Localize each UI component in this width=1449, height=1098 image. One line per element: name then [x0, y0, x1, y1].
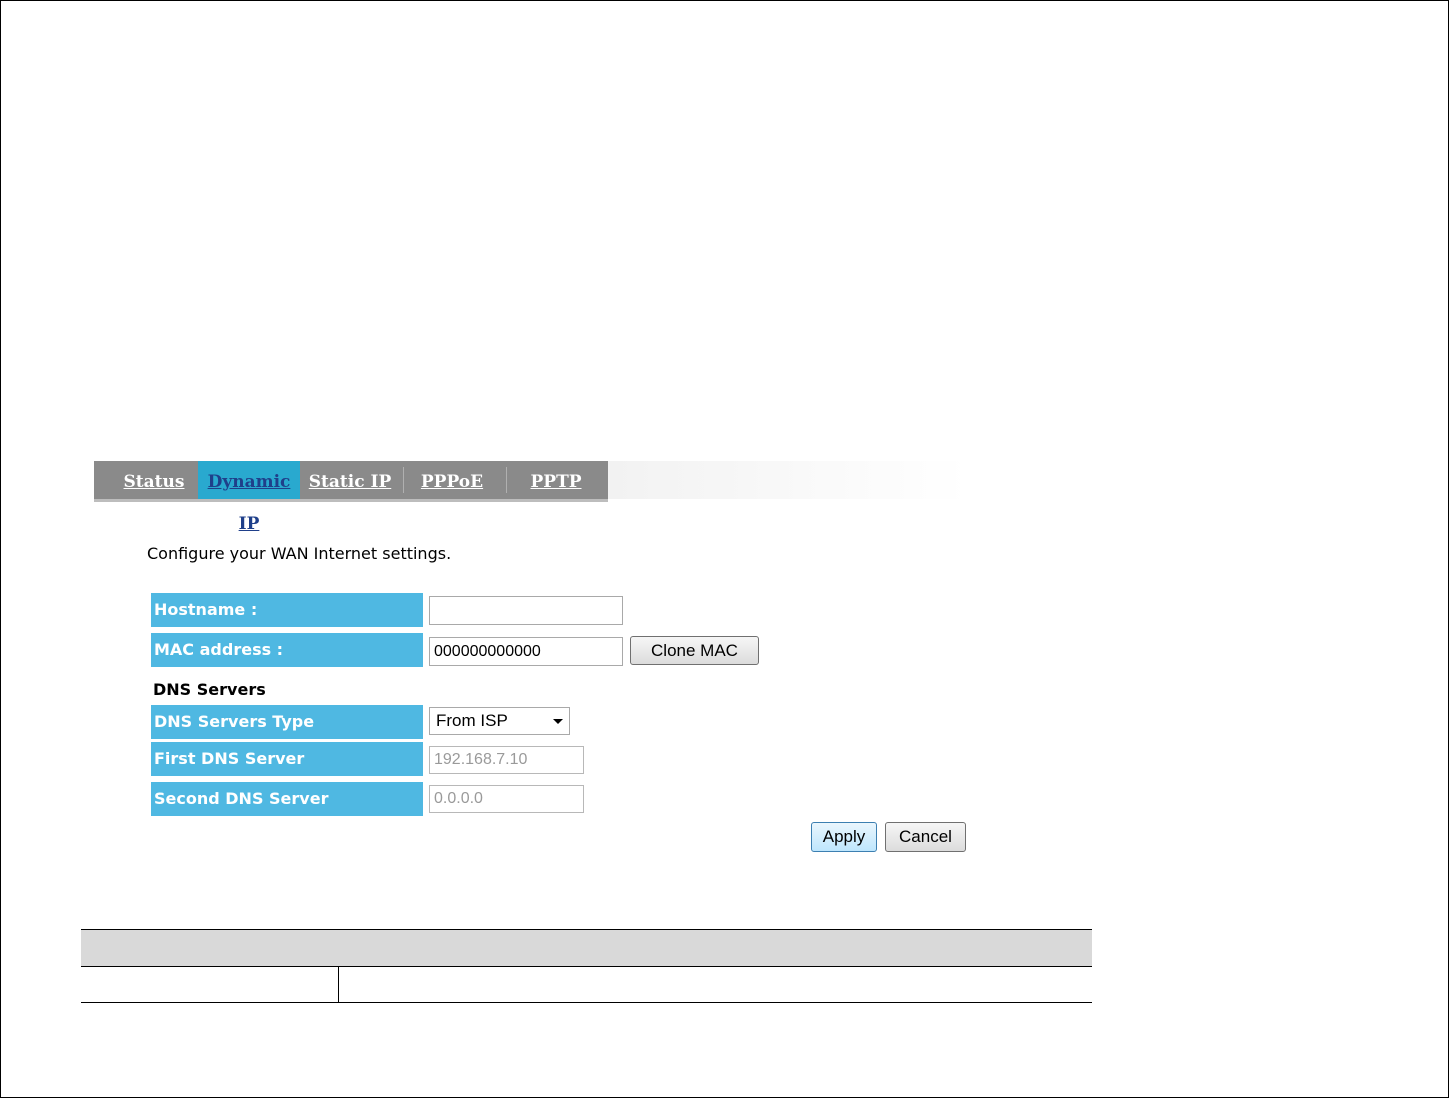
mac-address-input[interactable] [429, 637, 623, 666]
dns-servers-type-select[interactable]: From ISP [429, 707, 570, 735]
tab-separator [506, 467, 507, 493]
tab-bar-fade [608, 461, 968, 499]
chevron-down-icon [553, 719, 563, 724]
tab-dynamic-ip[interactable]: Dynamic IP [198, 461, 300, 534]
intro-text: Configure your WAN Internet settings. [147, 544, 452, 563]
tab-pppoe[interactable]: PPPoE [410, 461, 494, 499]
second-dns-input[interactable] [429, 785, 584, 813]
apply-button[interactable]: Apply [811, 822, 877, 852]
clone-mac-button[interactable]: Clone MAC [630, 636, 759, 665]
dns-servers-heading: DNS Servers [153, 680, 266, 699]
first-dns-input[interactable] [429, 746, 584, 774]
table-column-divider [338, 966, 339, 1002]
first-dns-label: First DNS Server [151, 742, 423, 776]
table-header [81, 929, 1092, 967]
second-dns-label: Second DNS Server [151, 782, 423, 816]
mac-address-label: MAC address : [151, 633, 423, 667]
cancel-button[interactable]: Cancel [885, 822, 966, 852]
hostname-input[interactable] [429, 596, 623, 625]
tab-separator [403, 467, 404, 493]
hostname-label: Hostname : [151, 593, 423, 627]
wan-tab-bar: Status Dynamic IP Static IP PPPoE PPTP [94, 461, 608, 534]
tab-status[interactable]: Status [110, 461, 198, 499]
tab-static-ip[interactable]: Static IP [304, 461, 396, 499]
dns-servers-type-value: From ISP [436, 711, 508, 730]
tab-pptp[interactable]: PPTP [514, 461, 598, 499]
dns-servers-type-label: DNS Servers Type [151, 705, 423, 739]
table-row [81, 966, 1092, 1003]
